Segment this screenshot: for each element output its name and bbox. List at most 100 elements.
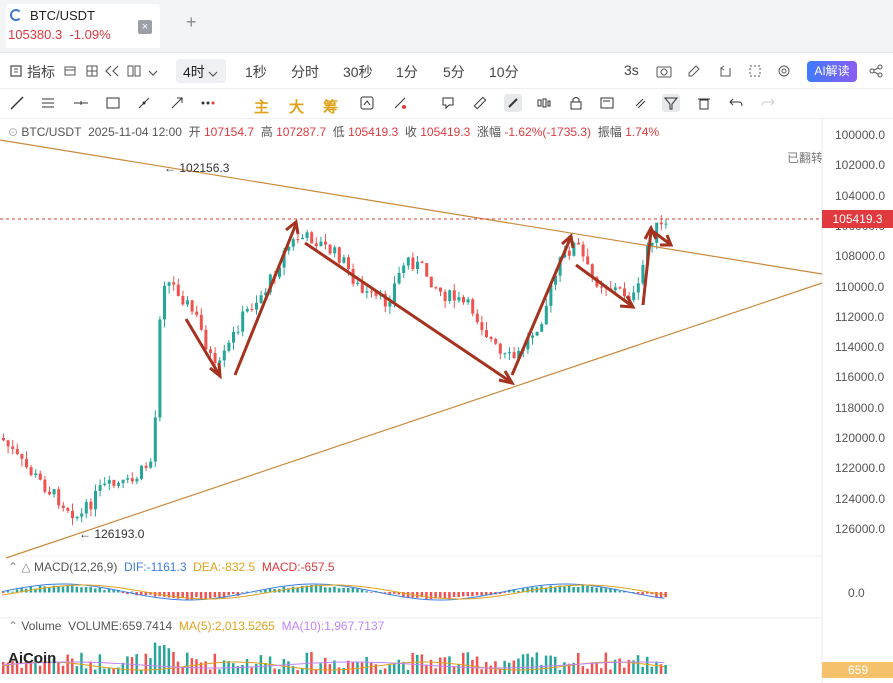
- price-tick: 104000.0: [835, 188, 886, 203]
- candle-body: [103, 483, 107, 486]
- compare-icon[interactable]: [105, 65, 119, 80]
- interval-4h[interactable]: 4时: [183, 62, 205, 82]
- add-tab-button[interactable]: +: [186, 12, 197, 33]
- interval-1s[interactable]: 1秒: [245, 62, 267, 82]
- link-icon[interactable]: [633, 96, 647, 110]
- volume-bar: [351, 661, 355, 674]
- volume-bar: [586, 668, 589, 674]
- redo-icon[interactable]: [761, 96, 775, 110]
- candle-body: [209, 349, 212, 354]
- kline-chart[interactable]: [0, 118, 893, 683]
- layout-icon[interactable]: [127, 65, 141, 80]
- candles-icon[interactable]: [537, 96, 551, 110]
- interval-5m[interactable]: 5分: [443, 62, 465, 82]
- macd-bar: [163, 592, 166, 597]
- macd-bar: [218, 592, 221, 598]
- macd-bar: [356, 588, 359, 593]
- candle-body: [613, 287, 617, 291]
- aicoin-logo: AiCoin: [8, 650, 57, 667]
- volume-bar: [245, 658, 249, 674]
- interval-30s[interactable]: 30秒: [343, 62, 373, 82]
- chip-tool[interactable]: 筹: [323, 96, 338, 117]
- volume-bar: [75, 666, 79, 674]
- candle-type-icon[interactable]: [9, 64, 23, 81]
- tab-price: 105380.3 -1.09%: [8, 27, 111, 42]
- volume-bar: [443, 657, 447, 674]
- arrow-tool-icon[interactable]: [170, 96, 184, 110]
- candle-body: [324, 241, 327, 245]
- volume-bar: [172, 652, 175, 674]
- candle-body: [126, 478, 130, 480]
- countdown-button[interactable]: 3s: [624, 62, 639, 78]
- close-tab-button[interactable]: ×: [138, 20, 152, 34]
- ruler-icon[interactable]: [473, 96, 487, 110]
- exchange-icon: [10, 9, 22, 21]
- ray-icon[interactable]: [137, 96, 151, 110]
- volume-bar: [590, 662, 594, 674]
- macd-bar: [577, 587, 580, 593]
- macd-bar: [94, 588, 97, 593]
- share-icon[interactable]: [869, 64, 883, 81]
- candle-body: [347, 257, 350, 270]
- macd-bar: [393, 592, 396, 594]
- lock-icon[interactable]: [569, 96, 583, 110]
- volume-bar: [535, 652, 539, 674]
- sync-icon[interactable]: [360, 96, 374, 110]
- candle-body: [567, 250, 571, 256]
- camera-icon[interactable]: [656, 64, 672, 81]
- ai-interpret-button[interactable]: AI解读: [807, 61, 857, 82]
- volume-bar: [581, 666, 585, 674]
- macd-bar: [11, 591, 14, 593]
- macd-bar: [425, 592, 428, 600]
- candle-body: [259, 295, 263, 303]
- macd-bar: [342, 587, 345, 593]
- settings-icon[interactable]: [777, 64, 791, 81]
- line-tool-icon[interactable]: [10, 96, 24, 110]
- indicator-button[interactable]: 指标: [27, 62, 55, 82]
- main-force-tool[interactable]: 主: [254, 96, 269, 117]
- candle-body: [158, 319, 162, 418]
- candle-body: [98, 485, 102, 491]
- interval-timeshare[interactable]: 分时: [291, 62, 319, 82]
- big-order-tool[interactable]: 大: [289, 96, 304, 117]
- rectangle-icon[interactable]: [106, 96, 120, 110]
- volume-bar: [209, 669, 212, 674]
- undo-icon[interactable]: [729, 96, 743, 110]
- interval-1m[interactable]: 1分: [396, 62, 418, 82]
- chevron-down-icon[interactable]: [208, 67, 218, 81]
- macd-bar: [600, 587, 603, 593]
- interval-10m[interactable]: 10分: [489, 62, 519, 82]
- magnet-icon[interactable]: [504, 94, 522, 112]
- lower-trendline: [5, 282, 823, 559]
- candle-body: [84, 501, 88, 514]
- candle-body: [360, 282, 364, 293]
- candle-body: [636, 283, 640, 293]
- volume-bar: [425, 664, 428, 674]
- volume-bar: [641, 666, 644, 674]
- macd-bar: [43, 586, 46, 593]
- candle-body: [190, 300, 194, 312]
- menu-icon[interactable]: [41, 96, 55, 110]
- filter-icon[interactable]: [662, 94, 680, 112]
- macd-bar: [439, 592, 442, 598]
- chevron-down-icon[interactable]: [148, 66, 158, 80]
- volume-bar: [287, 661, 290, 674]
- edit-icon[interactable]: [687, 64, 701, 81]
- template-icon[interactable]: [64, 65, 76, 80]
- trash-icon[interactable]: [697, 96, 711, 110]
- horizontal-line-icon[interactable]: [74, 96, 88, 110]
- volume-bar: [646, 656, 649, 674]
- grid-icon[interactable]: [86, 65, 98, 80]
- trough-annotation: ← 126193.0: [79, 527, 145, 541]
- macd-bar: [462, 592, 465, 597]
- macd-bar: [549, 585, 552, 593]
- more-tools-icon[interactable]: [201, 96, 215, 110]
- measure-icon[interactable]: [393, 96, 407, 110]
- edit-list-icon[interactable]: [600, 96, 614, 110]
- macd-bar: [204, 592, 207, 600]
- restore-icon[interactable]: [718, 64, 732, 81]
- note-icon[interactable]: [441, 96, 455, 110]
- volume-bar: [241, 665, 244, 674]
- fullscreen-icon[interactable]: [748, 64, 762, 81]
- volume-bar: [664, 664, 667, 674]
